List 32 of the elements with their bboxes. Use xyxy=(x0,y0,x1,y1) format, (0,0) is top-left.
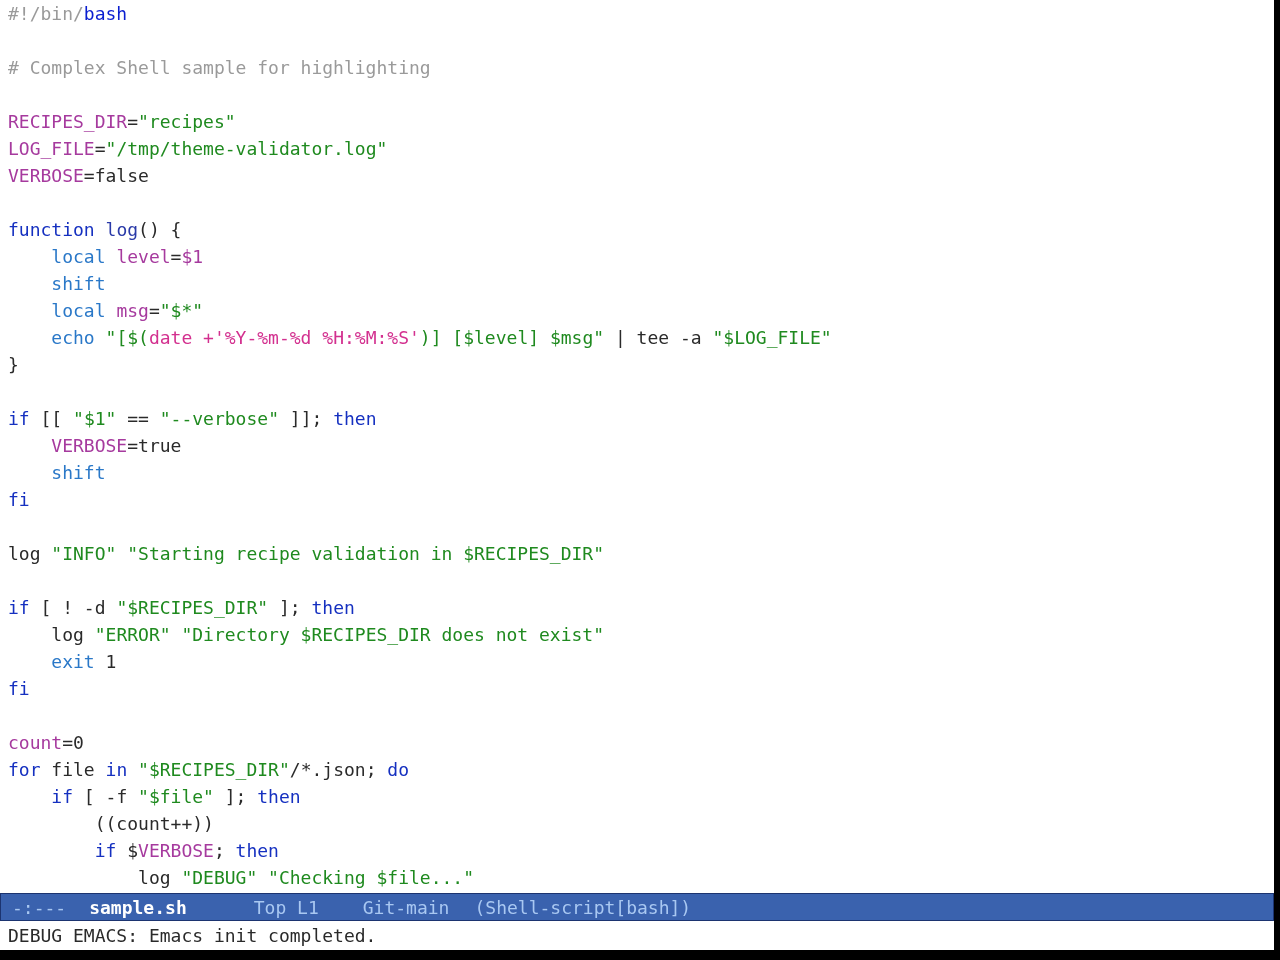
code-line: local msg="$*" xyxy=(50,300,204,321)
code-line: ((count++)) xyxy=(93,813,214,834)
code-line: if [ ! -d "$RECIPES_DIR" ]; then xyxy=(8,597,355,618)
code-line: exit 1 xyxy=(50,651,117,672)
code-line: if [[ "$1" == "--verbose" ]]; then xyxy=(8,408,377,429)
code-line: count=0 xyxy=(8,732,84,753)
echo-message: DEBUG EMACS: Emacs init completed. xyxy=(8,924,377,948)
code-line: } xyxy=(8,354,19,375)
code-line: fi xyxy=(8,489,30,510)
code-line: LOG_FILE="/tmp/theme-validator.log" xyxy=(8,138,388,159)
buffer-name: sample.sh xyxy=(89,895,187,920)
cursor-position: Top L1 xyxy=(253,895,319,920)
major-mode: (Shell-script[bash]) xyxy=(474,895,692,920)
code-line: VERBOSE=true xyxy=(50,435,182,456)
code-line: function log() { xyxy=(8,219,182,240)
code-line: VERBOSE=false xyxy=(8,165,149,186)
code-line: if [ -f "$file" ]; then xyxy=(50,786,301,807)
code-line: RECIPES_DIR="recipes" xyxy=(8,111,236,132)
code-line: log "INFO" "Starting recipe validation in $RECIPES_DIR" xyxy=(8,543,605,564)
code-line: shift xyxy=(50,273,106,294)
git-branch: Git-main xyxy=(362,895,450,920)
code-line: for file in "$RECIPES_DIR"/*.json; do xyxy=(8,759,410,780)
code-line: fi xyxy=(8,678,30,699)
modified-status: -:--- xyxy=(12,895,67,920)
code-line: # Complex Shell sample for highlighting xyxy=(8,57,431,78)
code-line: local level=$1 xyxy=(50,246,204,267)
code-line: log "ERROR" "Directory $RECIPES_DIR does not exist" xyxy=(50,624,605,645)
code-line: shift xyxy=(50,462,106,483)
code-line: echo "[$(date +'%Y-%m-%d %H:%M:%S')] [$level] $msg" | tee -a "$LOG_FILE" xyxy=(50,327,832,348)
code-line: log "DEBUG" "Checking $file..." xyxy=(137,867,474,888)
code-line: if $VERBOSE; then xyxy=(93,840,279,861)
code-line: #!/bin/bash xyxy=(8,3,128,24)
